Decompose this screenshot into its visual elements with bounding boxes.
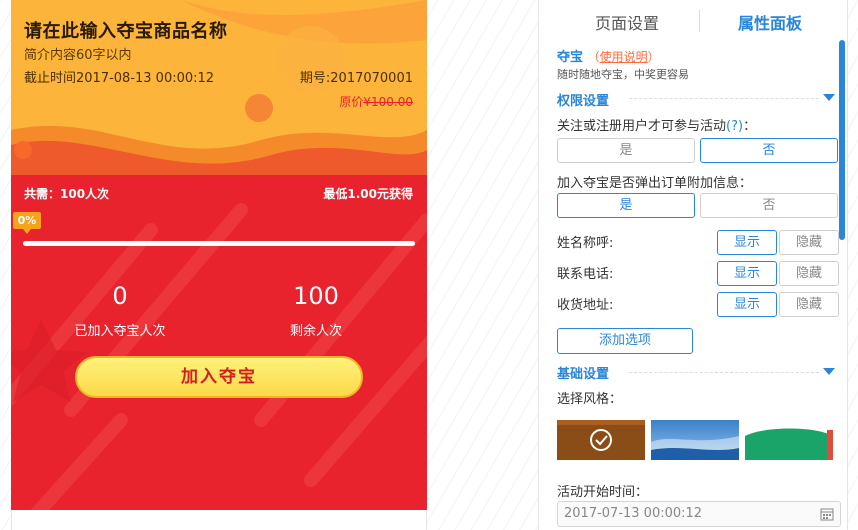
- follow-yes-button[interactable]: 是: [557, 138, 695, 163]
- follow-no-button[interactable]: 否: [700, 138, 838, 163]
- progress-badge: 0%: [13, 212, 41, 234]
- follow-label-text: 关注或注册用户才可参与活动: [557, 119, 727, 134]
- field-name-hide-button[interactable]: 隐藏: [779, 230, 839, 255]
- basic-section-title: 基础设置: [557, 367, 610, 382]
- section-divider: [629, 98, 819, 99]
- field-name-show-button[interactable]: 显示: [717, 230, 777, 255]
- calendar-icon[interactable]: [820, 507, 834, 521]
- progress-bar: [23, 241, 415, 246]
- panel-tabs: 页面设置 属性面板: [539, 0, 849, 40]
- help-link[interactable]: 使用说明: [600, 50, 648, 64]
- widget-name: 夺宝: [557, 50, 584, 65]
- product-description: 简介内容60字以内: [24, 48, 132, 63]
- style-label: 选择风格：: [557, 392, 623, 407]
- remaining-label: 剩余人次: [289, 324, 342, 339]
- period-number: 期号:2017070001: [299, 71, 413, 86]
- style-option-brown-selected[interactable]: [557, 420, 645, 460]
- tab-divider: [699, 10, 700, 32]
- property-panel: 页面设置 属性面板 夺宝 （使用说明） 随时随地夺宝，中奖更容易 权限设置 关注…: [538, 0, 848, 530]
- start-time-label: 活动开始时间：: [557, 485, 649, 500]
- collapse-basic-icon[interactable]: [823, 368, 835, 375]
- field-phone-label: 联系电话:: [557, 267, 614, 282]
- style-option-green[interactable]: [745, 420, 833, 460]
- field-address-hide-button[interactable]: 隐藏: [779, 292, 839, 317]
- popup-yes-button[interactable]: 是: [557, 193, 695, 218]
- collapse-permission-icon[interactable]: [823, 94, 835, 101]
- remaining-count: 100: [293, 282, 339, 310]
- field-address-show-button[interactable]: 显示: [717, 292, 777, 317]
- field-phone-hide-button[interactable]: 隐藏: [779, 261, 839, 286]
- deadline-text: 截止时间2017-08-13 00:00:12: [24, 71, 215, 86]
- follow-required-label: 关注或注册用户才可参与活动(?)：: [557, 115, 756, 134]
- widget-subtitle: 随时随地夺宝，中奖更容易: [557, 68, 689, 81]
- original-price-label: 原价: [339, 95, 364, 109]
- tab-property-panel[interactable]: 属性面板: [738, 10, 802, 34]
- join-button[interactable]: 加入夺宝: [75, 356, 363, 398]
- follow-label-colon: ：: [743, 119, 757, 134]
- activity-preview: 请在此输入夺宝商品名称 简介内容60字以内 截止时间2017-08-13 00:…: [11, 0, 427, 510]
- preview-footer: [11, 510, 427, 530]
- original-price-value: ¥100.00: [363, 95, 413, 109]
- section-divider: [629, 372, 819, 373]
- tab-page-settings[interactable]: 页面设置: [595, 10, 659, 34]
- product-title: 请在此输入夺宝商品名称: [24, 21, 228, 42]
- panel-scrollbar[interactable]: [839, 40, 845, 240]
- permission-section-title: 权限设置: [557, 94, 610, 109]
- start-time-input[interactable]: 2017-07-13 00:00:12: [557, 501, 841, 527]
- popup-info-label: 加入夺宝是否弹出订单附加信息：: [557, 176, 753, 191]
- popup-no-button[interactable]: 否: [700, 193, 838, 218]
- style-option-blue[interactable]: [651, 420, 739, 460]
- minimum-price: 最低1.00元获得: [323, 187, 413, 201]
- total-needed: 共需：100人次: [24, 187, 110, 201]
- help-paren-open: （: [587, 50, 600, 64]
- field-address-label: 收货地址:: [557, 298, 614, 313]
- add-option-button[interactable]: 添加选项: [557, 328, 693, 354]
- start-time-value: 2017-07-13 00:00:12: [564, 506, 703, 521]
- joined-label: 已加入夺宝人次: [74, 324, 166, 339]
- joined-count: 0: [112, 282, 128, 310]
- help-question-icon[interactable]: (?): [726, 119, 743, 134]
- help-paren-close: ）: [647, 50, 660, 64]
- widget-title: 夺宝 （使用说明）: [557, 46, 660, 65]
- field-phone-show-button[interactable]: 显示: [717, 261, 777, 286]
- original-price: 原价¥100.00: [339, 93, 413, 110]
- field-name-label: 姓名称呼:: [557, 236, 614, 251]
